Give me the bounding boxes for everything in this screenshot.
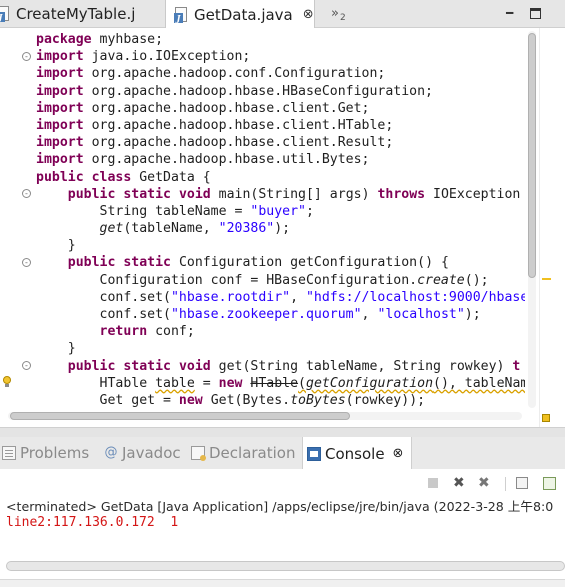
editor-vertical-scrollbar[interactable]	[525, 31, 537, 408]
panel-divider[interactable]	[0, 427, 565, 437]
remove-launch-button[interactable]: ✖	[453, 475, 465, 491]
tab-label: Javadoc	[122, 444, 181, 462]
code-editor[interactable]: - - - - package myhbase; import java.io.…	[0, 28, 565, 427]
status-bar	[0, 579, 565, 587]
code-line: import org.apache.hadoop.hbase.client.HT…	[36, 117, 394, 133]
warning-summary-icon[interactable]	[542, 414, 550, 422]
declaration-icon	[191, 446, 206, 461]
code-line: get(tableName, "20386");	[99, 221, 291, 237]
code-line: import org.apache.hadoop.hbase.util.Byte…	[36, 152, 370, 168]
tab-label: Console	[325, 444, 385, 463]
more-tabs-button[interactable]: » 2	[331, 6, 346, 23]
code-line: conf.set("hbase.rootdir", "hdfs://localh…	[36, 289, 525, 305]
tab-label: GetData.java	[194, 5, 293, 24]
chevron-right-icon: »	[331, 6, 339, 21]
code-line: return conf;	[99, 324, 195, 340]
fold-icon[interactable]: -	[22, 189, 31, 198]
code-line: }	[36, 341, 76, 357]
tab-console[interactable]: Console ⊗	[302, 437, 412, 470]
close-tab-icon[interactable]: ⊗	[303, 7, 314, 22]
overview-ruler	[539, 28, 555, 427]
fold-icon[interactable]: -	[22, 52, 31, 61]
code-line: Get get = new Get(Bytes.toBytes(rowkey))…	[36, 392, 426, 408]
display-console-icon[interactable]	[543, 477, 556, 490]
code-text[interactable]: package myhbase; import java.io.IOExcept…	[36, 31, 525, 408]
warning-bulb-icon[interactable]	[2, 376, 12, 388]
problems-icon	[2, 446, 16, 460]
code-line: }	[36, 238, 76, 254]
fold-icon[interactable]: -	[22, 258, 31, 267]
code-line: import org.apache.hadoop.hbase.HBaseConf…	[36, 83, 433, 99]
scroll-lock-icon[interactable]	[516, 477, 528, 489]
tab-javadoc[interactable]: @ Javadoc	[104, 437, 181, 469]
console-view: ✖ ✖ <terminated> GetData [Java Applicati…	[0, 469, 565, 587]
fold-icon[interactable]: -	[22, 361, 31, 370]
editor-gutter: - - - -	[0, 28, 36, 410]
maximize-button[interactable]	[530, 8, 541, 19]
code-line: import org.apache.hadoop.hbase.client.Ge…	[36, 100, 370, 116]
tab-label: Problems	[20, 444, 90, 462]
code-line: import java.io.IOException;	[36, 49, 251, 65]
scroll-thumb[interactable]	[10, 412, 350, 420]
tab-createmytable[interactable]: J CreateMyTable.j	[0, 0, 154, 28]
code-line: public class GetData {	[36, 169, 211, 185]
code-line: HTable table = new HTable(getConfigurati…	[36, 375, 525, 391]
console-status: <terminated> GetData [Java Application] …	[6, 499, 554, 514]
scroll-thumb[interactable]	[528, 33, 536, 278]
code-line: import org.apache.hadoop.hbase.client.Re…	[36, 135, 394, 151]
hidden-tab-count: 2	[339, 13, 346, 24]
tab-declaration[interactable]: Declaration	[191, 437, 295, 469]
console-icon	[307, 446, 321, 461]
view-tab-bar: Problems @ Javadoc Declaration Console ⊗	[0, 437, 565, 470]
tab-problems[interactable]: Problems	[2, 437, 89, 469]
warning-marker[interactable]	[542, 278, 551, 280]
code-line: public static void main(String[] args) t…	[67, 186, 521, 202]
console-horizontal-scrollbar[interactable]	[6, 561, 565, 571]
tab-label: Declaration	[209, 444, 296, 462]
javadoc-icon: @	[104, 445, 118, 460]
tab-label: CreateMyTable.j	[16, 5, 136, 23]
editor-tab-bar: J CreateMyTable.j J GetData.java ⊗ »2 ━	[0, 0, 565, 29]
java-file-icon: J	[174, 6, 188, 23]
close-tab-icon[interactable]: ⊗	[393, 446, 404, 461]
code-line: public static Configuration getConfigura…	[67, 255, 449, 271]
terminate-button[interactable]	[428, 478, 438, 488]
console-output[interactable]: line2:117.136.0.172 1	[6, 515, 178, 530]
code-line: conf.set("hbase.zookeeper.quorum", "loca…	[36, 307, 481, 322]
toolbar-separator	[505, 477, 506, 491]
editor-horizontal-scrollbar[interactable]	[8, 410, 522, 422]
code-line: String tableName = "buyer";	[36, 203, 314, 219]
remove-all-terminated-button[interactable]: ✖	[478, 475, 490, 491]
code-line: Configuration conf = HBaseConfiguration.…	[36, 272, 489, 288]
java-file-icon: J	[0, 6, 10, 22]
code-line: package myhbase;	[36, 32, 164, 47]
tab-getdata[interactable]: J GetData.java ⊗	[165, 0, 315, 29]
code-line: import org.apache.hadoop.conf.Configurat…	[36, 66, 386, 82]
code-line: public static void get(String tableName,…	[67, 358, 521, 374]
minimize-button[interactable]: ━	[506, 6, 513, 20]
